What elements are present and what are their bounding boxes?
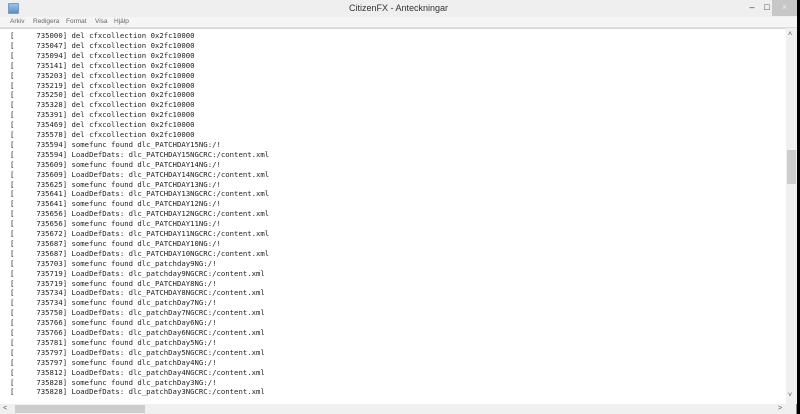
text-line: [ 735641] LoadDefDats: dlc_PATCHDAY13NGC… [10,189,270,199]
text-line: [ 735094] del cfxcollection 0x2fc10000 [10,50,195,60]
text-line: [ 735719] somefunc found dlc_PATCHDAY8NG… [10,278,217,288]
minimize-button[interactable]: – [745,0,759,16]
text-line: [ 735812] LoadDefDats: dlc_patchDay4NGCR… [10,367,265,377]
menu-bar: Arkiv Redigera Format Visa Hjälp [0,17,797,28]
text-line: [ 735703] somefunc found dlc_patchday9NG… [10,258,217,268]
text-line: [ 735797] LoadDefDats: dlc_patchDay5NGCR… [10,347,265,357]
vertical-scrollbar[interactable]: ˄ ˅ [786,28,797,404]
vertical-scroll-thumb[interactable] [787,150,796,184]
text-line: [ 735734] somefunc found dlc_patchDay7NG… [10,298,217,308]
text-line: [ 735594] LoadDefDats: dlc_PATCHDAY15NGC… [10,149,270,159]
scroll-up-icon[interactable]: ˄ [788,31,792,39]
close-button[interactable]: × [772,0,797,16]
text-line: [ 735047] del cfxcollection 0x2fc10000 [10,40,195,50]
horizontal-scroll-thumb[interactable] [15,405,145,413]
scroll-left-icon[interactable]: < [3,405,7,413]
text-line: [ 735687] LoadDefDats: dlc_PATCHDAY10NGC… [10,248,270,258]
text-line: [ 735797] somefunc found dlc_patchDay4NG… [10,357,217,367]
menu-hjalp[interactable]: Hjälp [114,17,129,27]
scroll-down-icon[interactable]: ˅ [788,392,792,400]
menu-arkiv[interactable]: Arkiv [10,17,24,27]
text-line: [ 735203] del cfxcollection 0x2fc10000 [10,70,195,80]
scroll-right-icon[interactable]: > [778,405,782,413]
text-line: [ 735328] del cfxcollection 0x2fc10000 [10,100,195,110]
text-line: [ 735609] somefunc found dlc_PATCHDAY14N… [10,159,221,169]
text-line: [ 735734] LoadDefDats: dlc_PATCHDAY8NGCR… [10,288,265,298]
text-line: [ 735656] somefunc found dlc_PATCHDAY11N… [10,219,221,229]
horizontal-scrollbar[interactable]: < > [0,404,786,414]
menu-format[interactable]: Format [66,17,87,27]
text-line: [ 735719] LoadDefDats: dlc_patchday9NGCR… [10,268,265,278]
notepad-window: CitizenFX - Anteckningar – □ × Arkiv Red… [0,0,797,414]
text-line: [ 735672] LoadDefDats: dlc_PATCHDAY11NGC… [10,229,270,238]
text-line: [ 735609] LoadDefDats: dlc_PATCHDAY14NGC… [10,169,270,179]
window-title: CitizenFX - Anteckningar [348,3,449,13]
text-line: [ 735781] somefunc found dlc_patchDay5NG… [10,337,217,347]
text-line: [ 735594] somefunc found dlc_PATCHDAY15N… [10,139,221,149]
text-line: [ 735219] del cfxcollection 0x2fc10000 [10,80,195,90]
text-line: [ 735625] somefunc found dlc_PATCHDAY13N… [10,179,221,189]
text-line: [ 735766] somefunc found dlc_patchDay6NG… [10,318,217,328]
text-line: [ 735641] somefunc found dlc_PATCHDAY12N… [10,199,221,209]
text-line: [ 735687] somefunc found dlc_PATCHDAY10N… [10,238,221,248]
menu-redigera[interactable]: Redigera [33,17,59,27]
text-line: [ 735141] del cfxcollection 0x2fc10000 [10,60,195,70]
menu-visa[interactable]: Visa [95,17,108,27]
text-editor[interactable]: [ 735000] del cfxcollection 0x2fc10000[ … [0,28,786,404]
text-line: [ 735828] somefunc found dlc_patchDay3NG… [10,377,217,387]
text-line: [ 735250] del cfxcollection 0x2fc10000 [10,90,195,100]
text-line: [ 735828] LoadDefDats: dlc_patchDay3NGCR… [10,387,265,397]
text-line: [ 735578] del cfxcollection 0x2fc10000 [10,130,195,139]
text-line: [ 735000] del cfxcollection 0x2fc10000 [10,31,195,40]
text-line: [ 735391] del cfxcollection 0x2fc10000 [10,110,195,120]
text-line: [ 735469] del cfxcollection 0x2fc10000 [10,120,195,130]
text-line: [ 735766] LoadDefDats: dlc_patchDay6NGCR… [10,328,265,337]
text-line: [ 735656] LoadDefDats: dlc_PATCHDAY12NGC… [10,209,270,219]
title-bar[interactable]: CitizenFX - Anteckningar – □ × [0,0,797,18]
text-line: [ 735750] LoadDefDats: dlc_patchDay7NGCR… [10,308,265,318]
